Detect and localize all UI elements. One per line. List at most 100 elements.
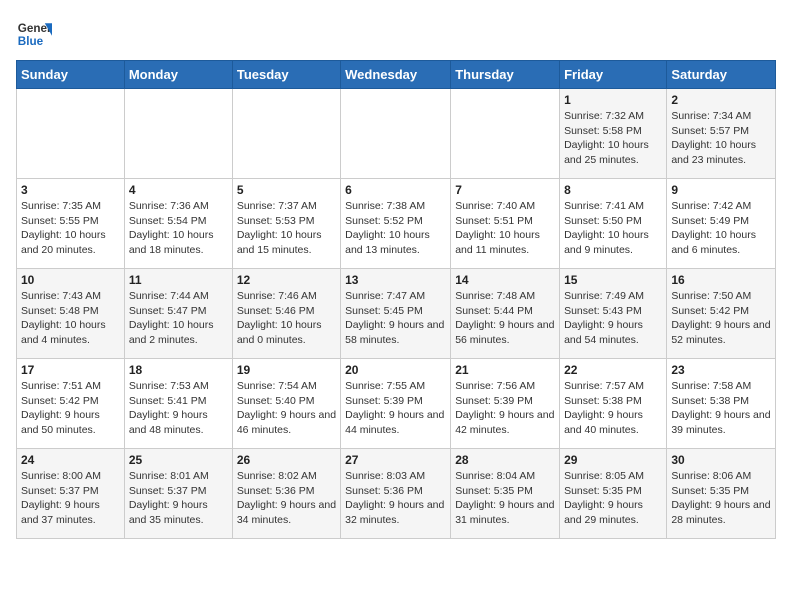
weekday-header-monday: Monday — [124, 61, 232, 89]
calendar-cell: 3 Sunrise: 7:35 AM Sunset: 5:55 PM Daylig… — [17, 179, 125, 269]
day-info: Sunrise: 7:41 AM Sunset: 5:50 PM Dayligh… — [564, 199, 662, 258]
calendar-cell: 16 Sunrise: 7:50 AM Sunset: 5:42 PM Dayli… — [667, 269, 776, 359]
day-number: 23 — [671, 363, 771, 377]
calendar-cell: 7Sunrise: 7:40 AM Sunset: 5:51 PM Daylig… — [451, 179, 560, 269]
day-number: 3 — [21, 183, 120, 197]
weekday-header-wednesday: Wednesday — [341, 61, 451, 89]
calendar-cell: 8Sunrise: 7:41 AM Sunset: 5:50 PM Daylig… — [560, 179, 667, 269]
svg-text:Blue: Blue — [18, 35, 44, 48]
calendar-cell — [451, 89, 560, 179]
calendar-cell: 21 Sunrise: 7:56 AM Sunset: 5:39 PM Dayli… — [451, 359, 560, 449]
day-info: Sunrise: 7:54 AM Sunset: 5:40 PM Dayligh… — [237, 379, 336, 438]
calendar-week-4: 17Sunrise: 7:51 AM Sunset: 5:42 PM Dayli… — [17, 359, 776, 449]
day-number: 10 — [21, 273, 120, 287]
day-info: Sunrise: 7:48 AM Sunset: 5:44 PM Dayligh… — [455, 289, 555, 348]
calendar-cell: 9Sunrise: 7:42 AM Sunset: 5:49 PM Daylig… — [667, 179, 776, 269]
calendar-week-2: 3 Sunrise: 7:35 AM Sunset: 5:55 PM Daylig… — [17, 179, 776, 269]
day-info: Sunrise: 7:47 AM Sunset: 5:45 PM Dayligh… — [345, 289, 446, 348]
calendar-cell: 4 Sunrise: 7:36 AM Sunset: 5:54 PM Daylig… — [124, 179, 232, 269]
day-info: Sunrise: 7:36 AM Sunset: 5:54 PM Dayligh… — [129, 199, 228, 258]
day-info: Sunrise: 7:44 AM Sunset: 5:47 PM Dayligh… — [129, 289, 228, 348]
calendar-cell: 23 Sunrise: 7:58 AM Sunset: 5:38 PM Dayli… — [667, 359, 776, 449]
calendar-cell: 18 Sunrise: 7:53 AM Sunset: 5:41 PM Dayli… — [124, 359, 232, 449]
calendar-table: SundayMondayTuesdayWednesdayThursdayFrid… — [16, 60, 776, 539]
calendar-cell — [124, 89, 232, 179]
day-number: 5 — [237, 183, 336, 197]
calendar-cell: 22 Sunrise: 7:57 AM Sunset: 5:38 PM Dayli… — [560, 359, 667, 449]
calendar-cell: 2Sunrise: 7:34 AM Sunset: 5:57 PM Daylig… — [667, 89, 776, 179]
day-info: Sunrise: 7:32 AM Sunset: 5:58 PM Dayligh… — [564, 109, 662, 168]
day-number: 1 — [564, 93, 662, 107]
day-number: 2 — [671, 93, 771, 107]
day-number: 30 — [671, 453, 771, 467]
day-number: 16 — [671, 273, 771, 287]
calendar-cell: 30Sunrise: 8:06 AM Sunset: 5:35 PM Dayli… — [667, 449, 776, 539]
day-number: 12 — [237, 273, 336, 287]
day-info: Sunrise: 7:56 AM Sunset: 5:39 PM Dayligh… — [455, 379, 555, 438]
calendar-week-5: 24 Sunrise: 8:00 AM Sunset: 5:37 PM Dayli… — [17, 449, 776, 539]
calendar-cell: 29 Sunrise: 8:05 AM Sunset: 5:35 PM Dayli… — [560, 449, 667, 539]
day-number: 20 — [345, 363, 446, 377]
day-info: Sunrise: 7:57 AM Sunset: 5:38 PM Dayligh… — [564, 379, 662, 438]
day-number: 13 — [345, 273, 446, 287]
calendar-cell: 5 Sunrise: 7:37 AM Sunset: 5:53 PM Daylig… — [232, 179, 340, 269]
calendar-cell: 28 Sunrise: 8:04 AM Sunset: 5:35 PM Dayli… — [451, 449, 560, 539]
weekday-header-saturday: Saturday — [667, 61, 776, 89]
calendar-cell: 25 Sunrise: 8:01 AM Sunset: 5:37 PM Dayli… — [124, 449, 232, 539]
day-number: 24 — [21, 453, 120, 467]
calendar-week-1: 1 Sunrise: 7:32 AM Sunset: 5:58 PM Daylig… — [17, 89, 776, 179]
day-number: 17 — [21, 363, 120, 377]
calendar-cell: 11 Sunrise: 7:44 AM Sunset: 5:47 PM Dayli… — [124, 269, 232, 359]
day-number: 22 — [564, 363, 662, 377]
calendar-cell: 19Sunrise: 7:54 AM Sunset: 5:40 PM Dayli… — [232, 359, 340, 449]
day-info: Sunrise: 7:40 AM Sunset: 5:51 PM Dayligh… — [455, 199, 555, 258]
day-info: Sunrise: 8:02 AM Sunset: 5:36 PM Dayligh… — [237, 469, 336, 528]
calendar-cell: 14Sunrise: 7:48 AM Sunset: 5:44 PM Dayli… — [451, 269, 560, 359]
calendar-body: 1 Sunrise: 7:32 AM Sunset: 5:58 PM Daylig… — [17, 89, 776, 539]
day-info: Sunrise: 8:05 AM Sunset: 5:35 PM Dayligh… — [564, 469, 662, 528]
day-number: 11 — [129, 273, 228, 287]
logo-icon: General Blue — [16, 16, 52, 52]
day-info: Sunrise: 8:04 AM Sunset: 5:35 PM Dayligh… — [455, 469, 555, 528]
calendar-cell — [17, 89, 125, 179]
day-number: 4 — [129, 183, 228, 197]
day-number: 29 — [564, 453, 662, 467]
weekday-header-thursday: Thursday — [451, 61, 560, 89]
day-info: Sunrise: 7:38 AM Sunset: 5:52 PM Dayligh… — [345, 199, 446, 258]
weekday-header-row: SundayMondayTuesdayWednesdayThursdayFrid… — [17, 61, 776, 89]
calendar-cell: 24 Sunrise: 8:00 AM Sunset: 5:37 PM Dayli… — [17, 449, 125, 539]
day-number: 21 — [455, 363, 555, 377]
calendar-cell: 6Sunrise: 7:38 AM Sunset: 5:52 PM Daylig… — [341, 179, 451, 269]
day-info: Sunrise: 7:35 AM Sunset: 5:55 PM Dayligh… — [21, 199, 120, 258]
calendar-cell: 17Sunrise: 7:51 AM Sunset: 5:42 PM Dayli… — [17, 359, 125, 449]
calendar-cell: 10 Sunrise: 7:43 AM Sunset: 5:48 PM Dayli… — [17, 269, 125, 359]
calendar-header: SundayMondayTuesdayWednesdayThursdayFrid… — [17, 61, 776, 89]
day-info: Sunrise: 7:43 AM Sunset: 5:48 PM Dayligh… — [21, 289, 120, 348]
day-number: 15 — [564, 273, 662, 287]
day-info: Sunrise: 7:55 AM Sunset: 5:39 PM Dayligh… — [345, 379, 446, 438]
calendar-cell: 26 Sunrise: 8:02 AM Sunset: 5:36 PM Dayli… — [232, 449, 340, 539]
day-number: 26 — [237, 453, 336, 467]
logo: General Blue — [16, 16, 52, 52]
day-number: 25 — [129, 453, 228, 467]
day-info: Sunrise: 7:53 AM Sunset: 5:41 PM Dayligh… — [129, 379, 228, 438]
day-info: Sunrise: 7:58 AM Sunset: 5:38 PM Dayligh… — [671, 379, 771, 438]
day-info: Sunrise: 7:50 AM Sunset: 5:42 PM Dayligh… — [671, 289, 771, 348]
day-info: Sunrise: 8:03 AM Sunset: 5:36 PM Dayligh… — [345, 469, 446, 528]
weekday-header-tuesday: Tuesday — [232, 61, 340, 89]
day-info: Sunrise: 8:00 AM Sunset: 5:37 PM Dayligh… — [21, 469, 120, 528]
day-number: 28 — [455, 453, 555, 467]
day-info: Sunrise: 8:01 AM Sunset: 5:37 PM Dayligh… — [129, 469, 228, 528]
weekday-header-friday: Friday — [560, 61, 667, 89]
calendar-cell: 20 Sunrise: 7:55 AM Sunset: 5:39 PM Dayli… — [341, 359, 451, 449]
day-number: 18 — [129, 363, 228, 377]
day-info: Sunrise: 7:37 AM Sunset: 5:53 PM Dayligh… — [237, 199, 336, 258]
weekday-header-sunday: Sunday — [17, 61, 125, 89]
calendar-week-3: 10 Sunrise: 7:43 AM Sunset: 5:48 PM Dayli… — [17, 269, 776, 359]
day-number: 27 — [345, 453, 446, 467]
day-info: Sunrise: 7:42 AM Sunset: 5:49 PM Dayligh… — [671, 199, 771, 258]
calendar-cell: 13 Sunrise: 7:47 AM Sunset: 5:45 PM Dayli… — [341, 269, 451, 359]
header: General Blue — [16, 16, 776, 52]
calendar-cell — [232, 89, 340, 179]
calendar-cell: 12Sunrise: 7:46 AM Sunset: 5:46 PM Dayli… — [232, 269, 340, 359]
